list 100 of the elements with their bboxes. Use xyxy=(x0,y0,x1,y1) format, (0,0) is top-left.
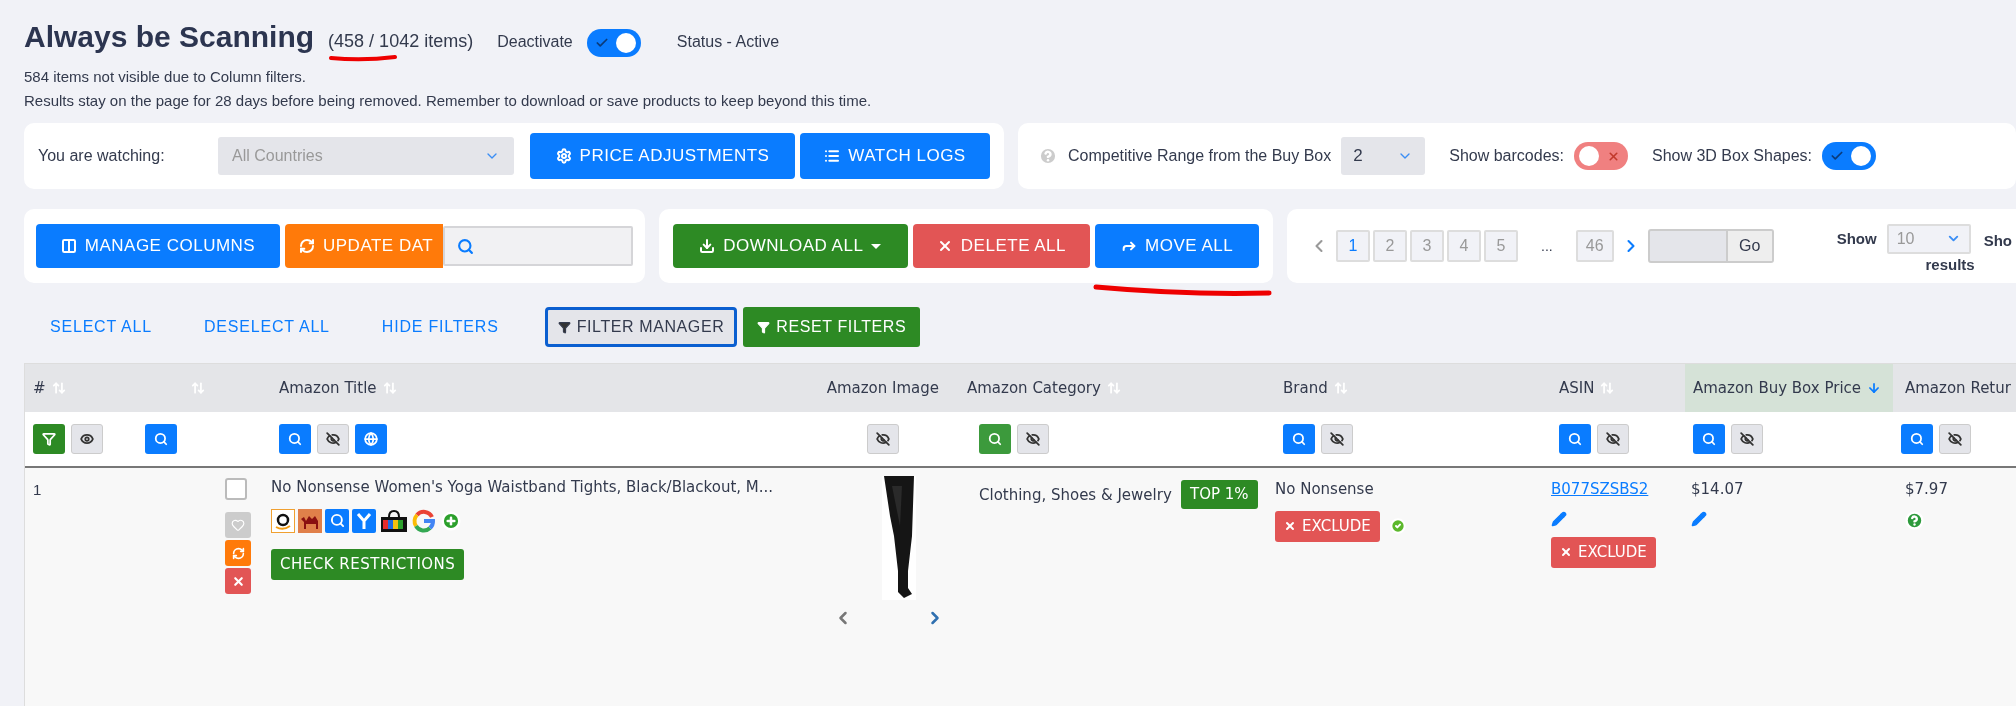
hidden-eye-button[interactable] xyxy=(317,424,349,454)
hidden-eye-button[interactable] xyxy=(1731,424,1763,454)
columns-icon xyxy=(60,238,77,254)
sort-icon xyxy=(51,381,66,395)
hidden-eye-icon xyxy=(1606,432,1620,446)
action-link[interactable]: HIDE FILTERS xyxy=(355,315,525,339)
page-title: Always be Scanning xyxy=(24,20,315,53)
move-all-button[interactable]: MOVE ALL xyxy=(1095,224,1259,268)
column-header[interactable]: # xyxy=(25,364,137,412)
go-button[interactable]: Go xyxy=(1727,229,1774,263)
reset-filters-button[interactable]: RESET FILTERS xyxy=(743,307,921,347)
page-input[interactable] xyxy=(1647,229,1728,263)
info-text: 584 items not visible due to Column filters. xyxy=(24,67,307,87)
check-restrictions-button[interactable]: CHECK RESTRICTIONS xyxy=(271,548,465,580)
price-text: $7.97 xyxy=(1905,479,1948,500)
range-select[interactable]: 2 xyxy=(1341,137,1426,175)
globe-icon xyxy=(364,432,378,446)
eye-button[interactable] xyxy=(71,424,103,454)
download-icon xyxy=(699,238,716,254)
column-header[interactable]: Amazon Title xyxy=(271,364,819,412)
sort-icon xyxy=(1106,381,1121,395)
delete-all-button[interactable]: DELETE ALL xyxy=(912,224,1091,268)
search-icon[interactable] xyxy=(325,508,349,533)
action-link[interactable]: SELECT ALL xyxy=(24,315,178,339)
hidden-eye-button[interactable] xyxy=(867,424,899,454)
fork-icon[interactable] xyxy=(352,508,376,533)
search-button[interactable] xyxy=(1283,424,1315,454)
hidden-eye-button[interactable] xyxy=(1939,424,1971,454)
action-button[interactable]: PRICE ADJUSTMENTS xyxy=(530,133,795,179)
camel-icon[interactable] xyxy=(298,508,322,533)
asin-link[interactable]: B077SZSBS2 xyxy=(1551,478,1649,501)
hidden-eye-icon xyxy=(876,432,890,446)
refresh-icon xyxy=(231,546,245,560)
page-button[interactable]: 5 xyxy=(1484,230,1518,262)
search-button[interactable] xyxy=(979,424,1011,454)
column-header[interactable]: Amazon Image xyxy=(819,364,959,412)
column-header[interactable]: Brand xyxy=(1275,364,1551,412)
search-button[interactable] xyxy=(279,424,311,454)
delete-button[interactable] xyxy=(225,568,251,594)
toggle-label: Show 3D Box Shapes: xyxy=(1651,146,1813,166)
exclude-button[interactable]: EXCLUDE xyxy=(1275,510,1380,542)
toggle-switch[interactable] xyxy=(1573,142,1628,170)
google-icon[interactable] xyxy=(412,508,436,533)
close-icon xyxy=(1560,546,1572,558)
country-select[interactable]: All Countries xyxy=(218,137,514,175)
toggle-label: Show barcodes: xyxy=(1449,146,1564,166)
sort-desc-icon xyxy=(1867,381,1882,395)
results-label: results xyxy=(1925,254,1975,275)
search-button[interactable] xyxy=(1901,424,1933,454)
exclude-button[interactable]: EXCLUDE xyxy=(1551,536,1656,568)
sort-icon xyxy=(1600,381,1615,395)
column-header[interactable]: Amazon Category xyxy=(959,364,1275,412)
help-icon[interactable] xyxy=(1905,510,1924,530)
range-label: Competitive Range from the Buy Box xyxy=(1068,146,1332,166)
action-button[interactable]: MANAGE COLUMNS xyxy=(36,224,280,268)
show-label: Sho xyxy=(1983,230,2012,251)
annotation-underline xyxy=(328,54,399,62)
hidden-eye-button[interactable] xyxy=(1597,424,1629,454)
page-button[interactable]: 46 xyxy=(1575,230,1614,262)
page-button[interactable]: 3 xyxy=(1410,230,1444,262)
edit-icon[interactable] xyxy=(1551,510,1567,527)
page-button[interactable]: 2 xyxy=(1373,230,1407,262)
settings-icon xyxy=(555,148,572,164)
sorted-column-header[interactable]: Amazon Buy Box Price xyxy=(1685,364,1893,412)
filter-button[interactable] xyxy=(33,424,65,454)
shopping-bag-icon[interactable] xyxy=(379,508,409,533)
show-label: Show xyxy=(1836,228,1877,249)
check-icon xyxy=(594,36,609,50)
search-button[interactable] xyxy=(1693,424,1725,454)
column-header[interactable]: Amazon Retur xyxy=(1893,364,2016,412)
page-size-select[interactable]: 10 xyxy=(1886,223,1971,254)
refresh-button[interactable] xyxy=(225,540,251,566)
page-button[interactable]: 1 xyxy=(1336,230,1370,262)
action-button[interactable]: WATCH LOGS xyxy=(800,133,990,179)
heart-icon xyxy=(231,518,245,532)
search-icon xyxy=(1702,432,1716,446)
toggle-switch[interactable] xyxy=(1822,142,1877,170)
action-link[interactable]: DESELECT ALL xyxy=(178,315,356,339)
action-button[interactable]: UPDATE DAT xyxy=(285,224,443,268)
add-icon[interactable] xyxy=(441,510,461,531)
globe-button[interactable] xyxy=(355,424,387,454)
search-button[interactable] xyxy=(1559,424,1591,454)
search-button[interactable] xyxy=(145,424,177,454)
hidden-eye-button[interactable] xyxy=(1321,424,1353,454)
close-icon xyxy=(1284,520,1296,532)
category-text: Clothing, Shoes & Jewelry xyxy=(979,485,1172,506)
edit-icon[interactable] xyxy=(1691,510,1707,527)
search-field[interactable] xyxy=(443,226,633,266)
download-all-button[interactable]: DOWNLOAD ALL xyxy=(673,224,908,268)
filter-manager-button[interactable]: FILTER MANAGER xyxy=(544,307,738,347)
row-number: 1 xyxy=(33,481,42,498)
row-checkbox[interactable] xyxy=(225,478,247,500)
amazon-icon[interactable] xyxy=(271,508,295,533)
info-text: Results stay on the page for 28 days before being removed. Remember to download or save products to keep beyond this time. xyxy=(24,91,873,111)
page-button[interactable]: 4 xyxy=(1447,230,1481,262)
toggle-switch[interactable] xyxy=(586,29,641,57)
eye-icon xyxy=(80,432,94,446)
column-header[interactable]: ASIN xyxy=(1551,364,1685,412)
search-icon xyxy=(1910,432,1924,446)
hidden-eye-button[interactable] xyxy=(1017,424,1049,454)
